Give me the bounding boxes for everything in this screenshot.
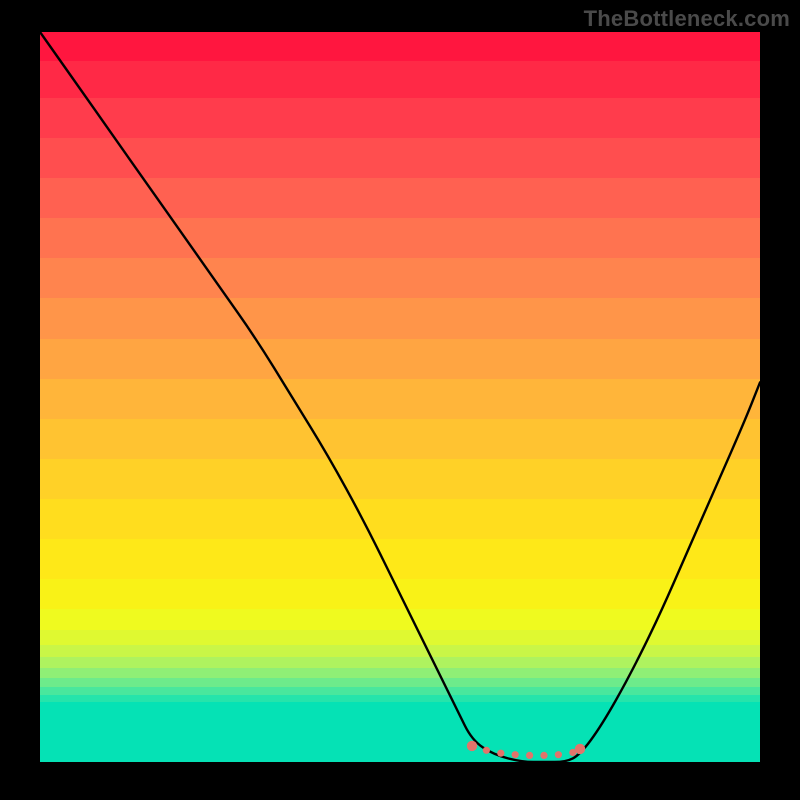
chart-container: TheBottleneck.com [0,0,800,800]
optimal-marker [540,752,547,759]
optimal-range-markers [467,741,585,759]
plot-area [40,32,760,762]
curve-layer [40,32,760,762]
bottleneck-curve [40,32,760,762]
optimal-marker [483,747,490,754]
optimal-marker [575,744,585,754]
optimal-marker [497,750,504,757]
optimal-marker [467,741,477,751]
watermark-text: TheBottleneck.com [584,6,790,32]
optimal-marker [526,752,533,759]
optimal-marker [555,751,562,758]
optimal-marker [512,751,519,758]
